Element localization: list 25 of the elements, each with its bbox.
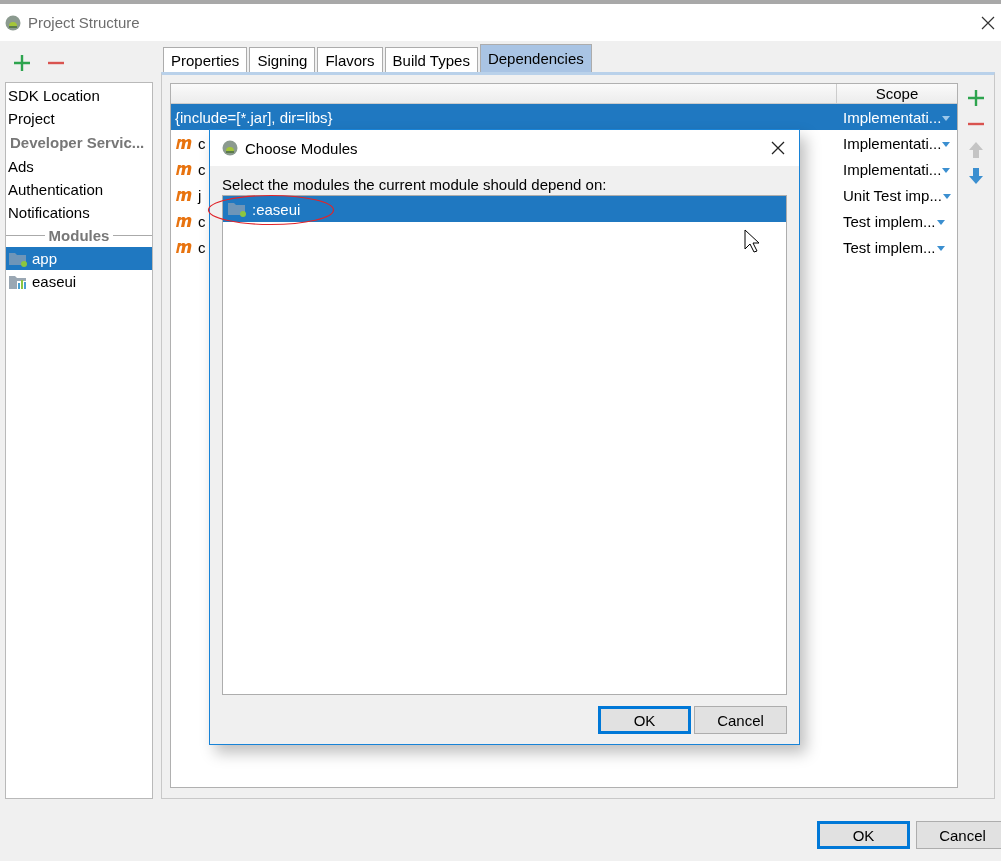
dependency-name: c (198, 134, 206, 152)
sidebar-item-label: easeui (32, 273, 77, 290)
sidebar-item-label: Authentication (8, 181, 104, 198)
modules-divider-label: Modules (6, 224, 152, 247)
module-label: :easeui (252, 200, 301, 218)
dependency-name: c (198, 212, 206, 230)
dependency-name: j (198, 186, 202, 204)
dependency-name: c (198, 160, 206, 178)
dependency-name: c (198, 238, 206, 256)
sidebar-item-label: Ads (8, 158, 34, 175)
sidebar-item-label: Project (8, 110, 55, 127)
sidebar-section-label: Developer Servic... (9, 133, 146, 153)
sidebar-item-label: SDK Location (8, 87, 100, 104)
dialog-prompt: Select the modules the current module should depend on: (222, 176, 608, 193)
dialog-title: Choose Modules (245, 139, 358, 157)
scope-value: Implementati... (843, 108, 942, 126)
scope-value: Test implem... (843, 212, 936, 230)
sidebar-item-label: app (32, 250, 58, 267)
dependency-name: {include=[*.jar], dir=libs} (175, 108, 333, 126)
scope-value: Test implem... (843, 238, 936, 256)
scope-value: Implementati... (843, 160, 942, 178)
scope-value: Implementati... (843, 134, 942, 152)
sidebar-item-label: Notifications (8, 204, 90, 221)
scope-value: Unit Test imp... (843, 186, 942, 204)
window-title: Project Structure (28, 14, 140, 31)
